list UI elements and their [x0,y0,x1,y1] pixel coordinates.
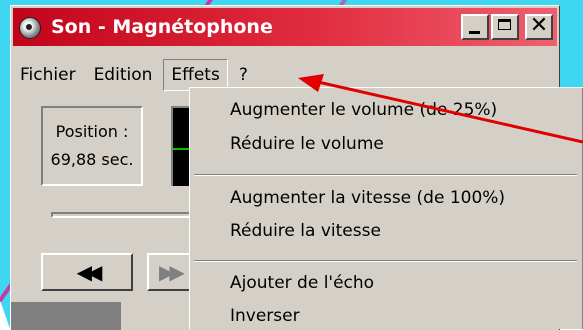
menu-item-reduire-volume[interactable]: Réduire le volume [230,134,384,154]
menu-item-inverser[interactable]: Inverser [230,306,300,326]
menu-item-ajouter-echo[interactable]: Ajouter de l'écho [230,273,374,293]
maximize-icon [498,19,511,30]
position-slider[interactable] [51,212,201,218]
position-value: 69,88 sec. [50,150,134,169]
minimize-icon [469,31,480,34]
menu-fichier[interactable]: Fichier [13,60,83,90]
rewind-button[interactable]: ◀◀ [41,253,133,291]
effets-dropdown-menu: Augmenter le volume (de 25%) Réduire le … [189,87,583,329]
menu-item-augmenter-vitesse[interactable]: Augmenter la vitesse (de 100%) [230,188,505,208]
title-bar[interactable]: Son - Magnétophone ✕ [13,8,557,46]
sound-recorder-icon [17,13,45,41]
status-strip [11,302,121,330]
close-icon: ✕ [529,13,549,38]
maximize-button[interactable] [491,14,519,40]
menu-item-augmenter-volume[interactable]: Augmenter le volume (de 25%) [230,100,497,120]
menu-separator [194,260,577,262]
menu-item-reduire-vitesse[interactable]: Réduire la vitesse [230,221,381,241]
rewind-icon: ◀◀ [76,260,103,284]
menu-edition[interactable]: Edition [87,60,160,90]
minimize-button[interactable] [461,14,489,40]
window-title: Son - Magnétophone [51,16,273,38]
position-label: Position : [55,122,129,141]
menu-separator [194,174,577,176]
close-button[interactable]: ✕ [525,13,553,40]
menu-help[interactable]: ? [232,60,255,90]
forward-icon: ▶▶ [159,260,185,284]
position-display: Position : 69,88 sec. [41,106,143,186]
